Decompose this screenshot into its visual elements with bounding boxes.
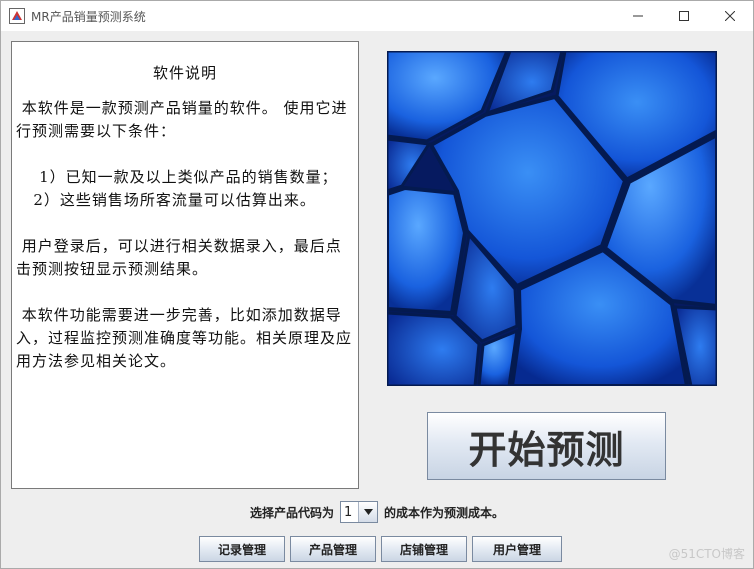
description-title: 软件说明 (152, 64, 217, 82)
maximize-icon (679, 11, 689, 21)
condition-two: 2）这些销售场所客流量可以估算出来。 (33, 191, 316, 209)
product-selector-row: 选择产品代码为 1 的成本作为预测成本。 (1, 499, 753, 525)
management-button-row: 记录管理 产品管理 店铺管理 用户管理 (199, 536, 567, 562)
blue-cells-image (387, 51, 717, 386)
selector-suffix-label: 的成本作为预测成本。 (384, 505, 505, 520)
minimize-button[interactable] (615, 1, 661, 31)
window-title: MR产品销量预测系统 (31, 9, 146, 24)
stores-management-button[interactable]: 店铺管理 (381, 536, 467, 562)
product-code-combobox[interactable]: 1 (340, 501, 378, 523)
software-description-panel[interactable]: 软件说明 本软件是一款预测产品销量的软件。 使用它进行预测需要以下条件： 1）已… (11, 41, 359, 489)
description-intro: 本软件是一款预测产品销量的软件。 使用它进行预测需要以下条件： (16, 99, 348, 140)
condition-one: 1）已知一款及以上类似产品的销售数量； (39, 168, 338, 186)
maximize-button[interactable] (661, 1, 707, 31)
products-management-button[interactable]: 产品管理 (290, 536, 376, 562)
close-button[interactable] (707, 1, 753, 31)
description-login: 用户登录后，可以进行相关数据录入，最后点击预测按钮显示预测结果。 (16, 237, 342, 278)
chevron-down-icon[interactable] (358, 502, 377, 522)
java-app-icon[interactable] (9, 8, 25, 24)
users-management-button[interactable]: 用户管理 (472, 536, 562, 562)
description-future: 本软件功能需要进一步完善，比如添加数据导入，过程监控预测准确度等功能。相关原理及… (16, 306, 353, 370)
window-controls (615, 1, 753, 31)
app-window: MR产品销量预测系统 软件说明 本软件是一款预测产品销量的软件。 使用它进行预测… (0, 0, 754, 569)
title-bar: MR产品销量预测系统 (1, 1, 753, 31)
records-management-button[interactable]: 记录管理 (199, 536, 285, 562)
content-area: 软件说明 本软件是一款预测产品销量的软件。 使用它进行预测需要以下条件： 1）已… (1, 31, 753, 568)
product-code-value: 1 (344, 504, 353, 520)
minimize-icon (633, 15, 643, 17)
start-prediction-button[interactable]: 开始预测 (427, 412, 666, 480)
close-icon (725, 11, 735, 21)
watermark-text: @51CTO博客 (668, 547, 745, 561)
selector-prefix-label: 选择产品代码为 (249, 505, 334, 520)
